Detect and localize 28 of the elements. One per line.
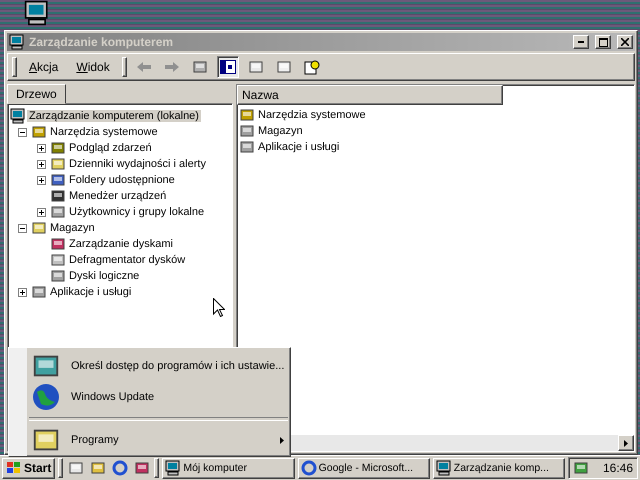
tree-item[interactable]: Podgląd zdarzeń — [67, 142, 154, 154]
menu-item[interactable]: Programy — [27, 424, 290, 456]
tree-item[interactable]: Menedżer urządzeń — [67, 190, 168, 202]
list-item[interactable]: Aplikacje i usługi — [256, 141, 342, 153]
tree-item[interactable]: Defragmentator dysków — [67, 254, 188, 266]
list-item[interactable]: Magazyn — [256, 125, 305, 137]
clock: 16:46 — [602, 461, 633, 475]
tree-item[interactable]: Aplikacje i usługi — [48, 286, 134, 298]
list-item[interactable]: Narzędzia systemowe — [256, 109, 368, 121]
menu-item[interactable]: Widok — [70, 58, 116, 76]
window-title: Zarządzanie komputerem — [29, 35, 174, 49]
taskbar-button[interactable]: Mój komputer — [162, 458, 295, 478]
start-button[interactable]: Start — [2, 458, 56, 478]
menu-item[interactable]: Określ dostęp do programów i ich ustawie... — [27, 350, 290, 382]
tree-item[interactable]: Zarządzanie komputerem (lokalne) — [27, 110, 201, 122]
tree-item[interactable]: Foldery udostępnione — [67, 174, 177, 186]
column-header[interactable]: Nazwa — [237, 85, 503, 105]
tree-item[interactable]: Magazyn — [48, 222, 97, 234]
tree-item[interactable]: Dyski logiczne — [67, 270, 142, 282]
tree-tab[interactable]: Drzewo — [7, 84, 66, 104]
menu-item[interactable]: Akcja — [23, 58, 64, 76]
tree-item[interactable]: Zarządzanie dyskami — [67, 238, 175, 250]
taskbar-button[interactable]: Google - Microsoft... — [298, 458, 430, 478]
taskbar-button[interactable]: Zarządzanie komp... — [432, 458, 565, 478]
tree-item[interactable]: Narzędzia systemowe — [48, 126, 160, 138]
tree-item[interactable]: Dzienniki wydajności i alerty — [67, 158, 208, 170]
tree-item[interactable]: Użytkownicy i grupy lokalne — [67, 206, 206, 218]
menu-item[interactable]: Windows Update — [27, 381, 290, 413]
